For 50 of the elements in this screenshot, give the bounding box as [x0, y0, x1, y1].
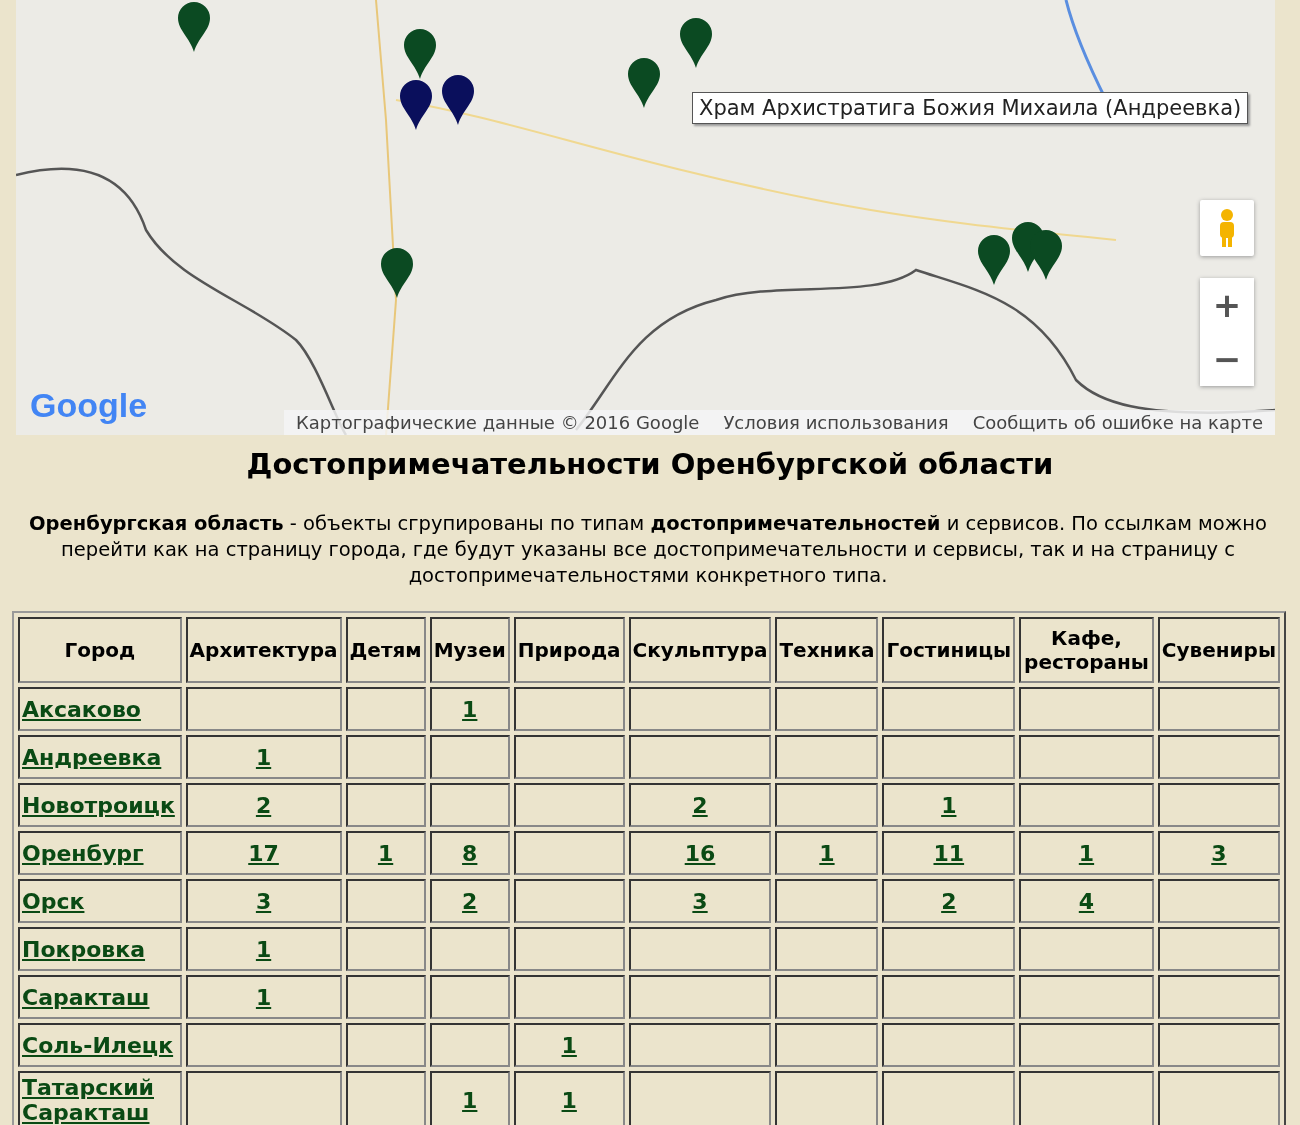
count-link[interactable]: 1 [561, 1032, 577, 1058]
count-link[interactable]: 3 [1211, 840, 1227, 866]
count-link[interactable]: 1 [255, 984, 272, 1010]
map-pin-icon[interactable] [178, 2, 210, 52]
map-pin-icon[interactable] [400, 80, 432, 130]
column-header: Архитектура [185, 617, 342, 683]
count-link[interactable]: 2 [941, 888, 957, 914]
count-link[interactable]: 1 [462, 1087, 478, 1113]
map-pin-icon[interactable] [978, 235, 1010, 285]
map-pin-icon[interactable] [628, 58, 660, 108]
map-tooltip: Храм Архистратига Божия Михаила (Андреевка) [692, 92, 1249, 124]
map-pin-icon[interactable] [404, 29, 436, 79]
map-pin-icon[interactable] [680, 18, 712, 68]
count-link[interactable]: 8 [462, 840, 478, 866]
count-link[interactable]: 17 [248, 840, 279, 866]
count-link[interactable]: 3 [255, 888, 272, 914]
count-link[interactable]: 1 [819, 840, 835, 866]
count-link[interactable]: 1 [377, 840, 394, 866]
map-pin-icon[interactable] [381, 248, 413, 298]
count-link[interactable]: 1 [561, 1087, 577, 1113]
map-pin-icon[interactable] [442, 75, 474, 125]
column-header: Сувениры [1157, 617, 1280, 683]
column-header: Музеи [429, 617, 510, 683]
count-link[interactable]: 1 [255, 744, 272, 770]
count-link[interactable]: 2 [692, 792, 708, 818]
column-header: Скульптура [628, 617, 772, 683]
count-link[interactable]: 1 [941, 792, 957, 818]
count-link[interactable]: 1 [1078, 840, 1095, 866]
count-link[interactable]: 16 [684, 840, 716, 866]
page-title: Достопримечательности Оренбургской области [245, 447, 1055, 481]
column-header: Детям [345, 617, 426, 683]
column-header: Природа [513, 617, 625, 683]
count-link[interactable]: 1 [255, 936, 272, 962]
count-link[interactable]: 3 [692, 888, 708, 914]
count-link[interactable]: 11 [933, 840, 965, 866]
column-header: Город [18, 617, 182, 683]
column-header: Гостиницы [882, 617, 1016, 683]
column-header: Техника [775, 617, 879, 683]
zoom-in-button[interactable]: + [1200, 278, 1254, 332]
zoom-out-button[interactable]: − [1200, 332, 1254, 386]
map-panel[interactable]: Храм Архистратига Божия Михаила (Андреевка) + − Google Картографические данные © 2016 Google Условия использования Сообщить об ошибке на карте [16, 0, 1275, 435]
map-link[interactable]: Сообщить об ошибке на карте [960, 410, 1275, 435]
count-link[interactable]: 2 [255, 792, 272, 818]
count-link[interactable]: 1 [462, 696, 478, 722]
map-link[interactable]: Условия использования [711, 410, 961, 435]
count-link[interactable]: 2 [462, 888, 478, 914]
column-header: Кафе, рестораны [1019, 617, 1154, 683]
intro-paragraph: Оренбургская область - объекты сгрупированы по типам достопримечательностей и сервисов. По ссылкам можно перейти как на страницу города, где будут указаны все достопримечательности и сервисы, так и на страницу с достопримечательностями конкретного типа. [28, 511, 1268, 589]
map-attribution: Картографические данные © 2016 Google [294, 411, 701, 435]
count-link[interactable]: 4 [1078, 888, 1095, 914]
